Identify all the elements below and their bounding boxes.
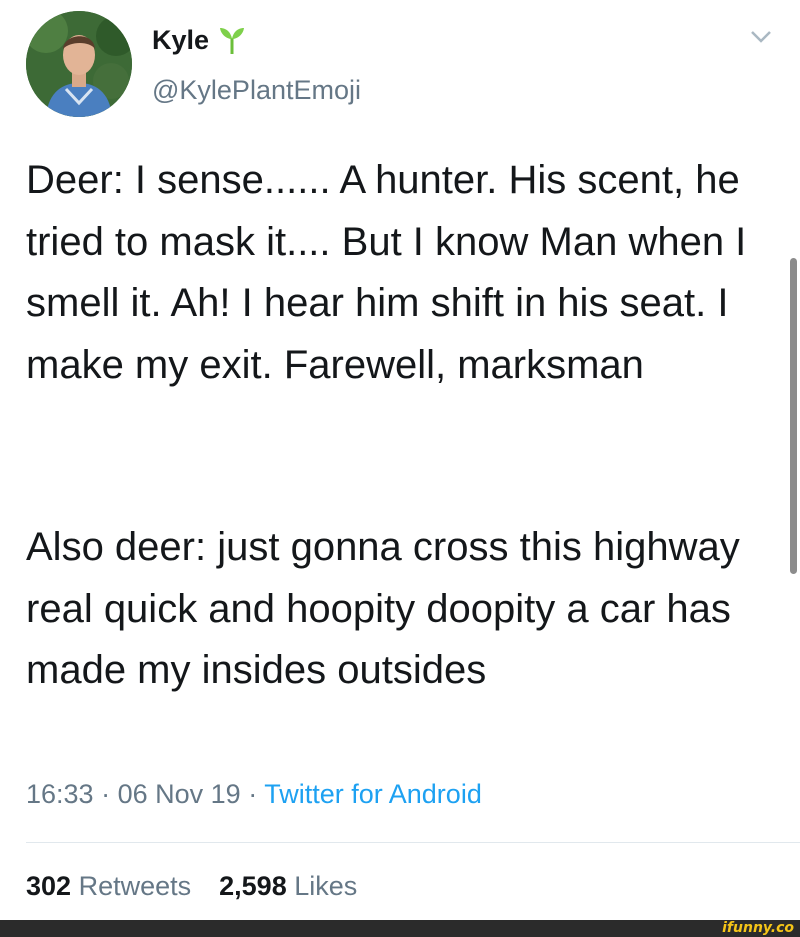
display-name[interactable]: Kyle [152, 24, 245, 56]
tweet-stats: 302 Retweets 2,598 Likes [26, 870, 357, 902]
retweets-label: Retweets [78, 871, 192, 901]
tweet-meta: 16:33 · 06 Nov 19 · Twitter for Android [26, 778, 482, 810]
meta-separator: · [248, 779, 258, 809]
divider [26, 842, 800, 843]
likes-label: Likes [294, 871, 358, 901]
user-handle[interactable]: @KylePlantEmoji [152, 74, 361, 106]
avatar[interactable] [26, 11, 132, 117]
scrollbar[interactable] [790, 258, 797, 574]
tweet-date[interactable]: 06 Nov 19 [118, 779, 241, 809]
tweet-card: Kyle @KylePlantEmoji Deer: I sense......… [0, 0, 800, 920]
chevron-down-icon[interactable] [750, 30, 772, 44]
tweet-text-paragraph-2: Also deer: just gonna cross this highway… [26, 525, 740, 692]
retweets-count: 302 [26, 871, 72, 901]
display-name-text: Kyle [152, 25, 210, 55]
seedling-icon [219, 25, 245, 55]
likes-stat[interactable]: 2,598 Likes [219, 871, 357, 901]
likes-count: 2,598 [219, 871, 287, 901]
tweet-source-link[interactable]: Twitter for Android [264, 779, 482, 809]
tweet-time[interactable]: 16:33 [26, 779, 94, 809]
retweets-stat[interactable]: 302 Retweets [26, 871, 191, 901]
watermark-bar: ifunny.co [0, 920, 800, 937]
tweet-text-paragraph-1: Deer: I sense...... A hunter. His scent,… [26, 158, 747, 387]
meta-separator: · [101, 779, 111, 809]
avatar-image [26, 11, 132, 117]
ifunny-watermark: ifunny.co [722, 920, 794, 936]
